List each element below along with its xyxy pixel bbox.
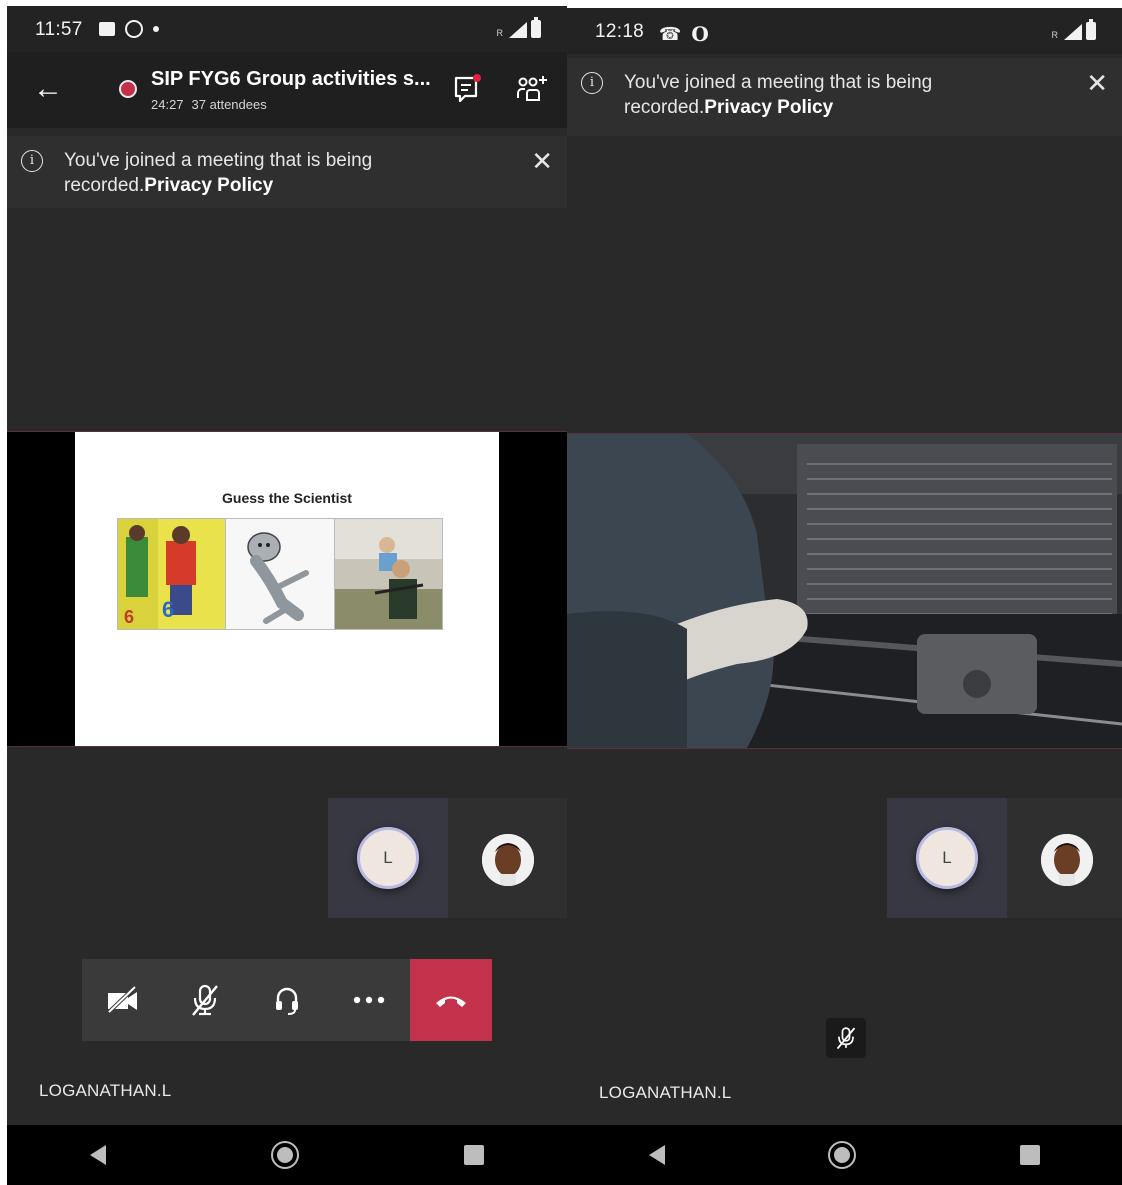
mic-off-icon (836, 1027, 856, 1050)
more-dots-icon (353, 996, 385, 1004)
svg-text:6: 6 (162, 597, 174, 622)
status-time: 12:18 (595, 21, 645, 42)
camera-off-button[interactable] (82, 959, 164, 1041)
recording-message: You've joined a meeting that is being re… (64, 148, 404, 198)
notification-icons (99, 20, 159, 38)
back-arrow-icon[interactable]: ← (33, 72, 63, 106)
left-screen: 11:57 R ← SIP FYG6 Group activities s...… (7, 6, 567, 1185)
image-notification-icon (99, 22, 115, 36)
slide-image-cartoon (226, 519, 335, 629)
avatar: L (357, 827, 419, 889)
meeting-meta: 24:27 37 attendees (151, 97, 267, 112)
participant-tile-self[interactable]: L (328, 798, 448, 918)
slide-title: Guess the Scientist (222, 490, 352, 506)
signal-icon (509, 22, 527, 38)
network-label: R (1051, 30, 1059, 40)
avatar (482, 834, 534, 886)
android-nav-bar (7, 1125, 567, 1185)
meeting-duration: 24:27 (151, 97, 184, 112)
slide-image-poster: 6 6 (118, 519, 227, 629)
headset-icon (276, 987, 298, 1015)
close-icon[interactable]: ✕ (1086, 68, 1108, 99)
camera-off-icon (107, 985, 137, 1014)
slide-images: 6 6 (117, 518, 443, 630)
nav-recents-icon[interactable] (464, 1145, 485, 1165)
more-button[interactable] (328, 959, 410, 1041)
phone-icon: ☎ (659, 23, 682, 44)
battery-icon (1086, 19, 1096, 40)
meeting-title[interactable]: SIP FYG6 Group activities s... (151, 68, 431, 91)
nav-recents-icon[interactable] (1020, 1145, 1041, 1165)
avatar: L (916, 827, 978, 889)
hang-up-button[interactable] (410, 959, 492, 1041)
close-icon[interactable]: ✕ (531, 146, 553, 177)
speaker-button[interactable] (246, 959, 328, 1041)
recording-message: You've joined a meeting that is being re… (624, 70, 964, 120)
signal-icon (1064, 24, 1082, 40)
nav-back-icon[interactable] (648, 1145, 665, 1165)
privacy-policy-link[interactable]: Privacy Policy (144, 175, 273, 196)
nav-back-icon[interactable] (89, 1145, 106, 1165)
attendee-count: 37 attendees (191, 97, 267, 112)
shared-content: Guess the Scientist 6 6 (7, 431, 567, 747)
notification-icons: ☎ O (659, 22, 709, 46)
info-icon: i (21, 150, 43, 172)
mic-off-icon (192, 984, 218, 1016)
hang-up-icon (436, 996, 466, 1007)
status-time: 11:57 (35, 19, 83, 40)
system-icons: R (496, 17, 541, 38)
android-nav-bar (567, 1125, 1122, 1185)
privacy-policy-link[interactable]: Privacy Policy (704, 97, 833, 118)
participant-name: LOGANATHAN.L (39, 1081, 172, 1100)
avatar (1041, 834, 1093, 886)
participant-tile-other[interactable] (1007, 798, 1122, 918)
ola-icon: O (691, 22, 709, 46)
chat-icon[interactable] (453, 74, 481, 104)
recording-banner: i You've joined a meeting that is being … (567, 58, 1122, 136)
nav-home-icon[interactable] (270, 1141, 299, 1169)
presentation-slide: Guess the Scientist 6 6 (75, 432, 499, 746)
system-icons: R (1051, 19, 1096, 40)
add-participants-icon[interactable] (515, 74, 549, 104)
right-screen: 12:18 ☎ O R i You've joined a meeting th… (567, 8, 1122, 1185)
participant-tile-other[interactable] (448, 798, 567, 918)
recording-icon (119, 80, 137, 98)
battery-icon (531, 17, 541, 38)
participant-tile-self[interactable]: L (887, 798, 1007, 918)
whatsapp-icon (125, 20, 143, 38)
recording-banner: i You've joined a meeting that is being … (7, 136, 567, 208)
nav-home-icon[interactable] (828, 1141, 857, 1169)
muted-indicator (826, 1018, 866, 1058)
info-icon: i (581, 72, 603, 94)
status-bar: 11:57 R (7, 6, 567, 52)
network-label: R (496, 28, 504, 38)
participant-name: LOGANATHAN.L (599, 1083, 732, 1102)
svg-text:6: 6 (124, 607, 134, 627)
call-controls (82, 959, 492, 1041)
video-frame (567, 434, 1122, 748)
more-notifications-icon (153, 26, 159, 32)
meeting-header: ← SIP FYG6 Group activities s... 24:27 37… (7, 52, 567, 128)
slide-image-photo (334, 519, 442, 629)
mute-button[interactable] (164, 959, 246, 1041)
video-feed (567, 433, 1122, 749)
status-bar: 12:18 ☎ O R (567, 8, 1122, 54)
